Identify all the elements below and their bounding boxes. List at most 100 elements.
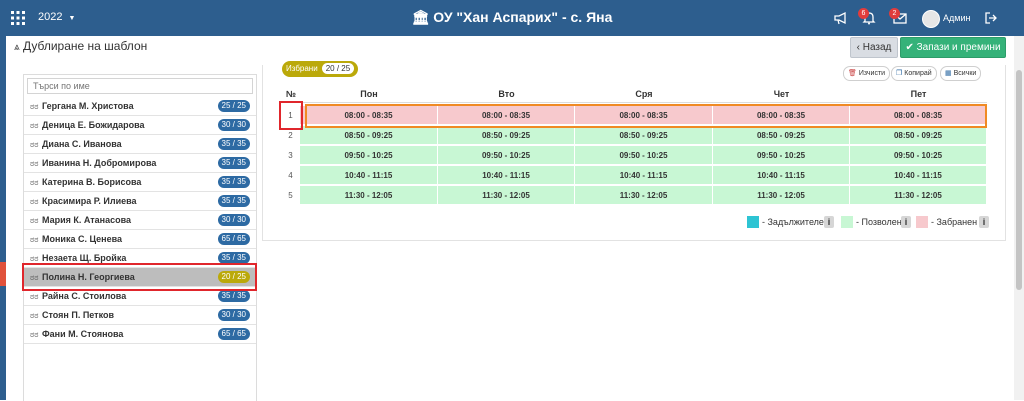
teacher-glasses-icon: ಠಠ [30, 102, 39, 111]
schedule-slot-cell[interactable]: 09:50 - 10:25 [850, 146, 987, 165]
user-avatar[interactable] [922, 10, 940, 28]
teacher-name: Фани М. Стоянова [42, 329, 124, 339]
info-icon[interactable]: i [979, 216, 989, 228]
schedule-slot-cell[interactable]: 11:30 - 12:05 [575, 186, 713, 205]
teacher-list-item[interactable]: ಠಠ Моника С. Ценева 65 / 65 [24, 230, 256, 249]
teacher-list-item[interactable]: ಠಠ Фани М. Стоянова 65 / 65 [24, 325, 256, 344]
teacher-list-item[interactable]: ಠಠ Мария К. Атанасова 30 / 30 [24, 211, 256, 230]
schedule-slot-cell[interactable]: 08:50 - 09:25 [713, 126, 850, 145]
teacher-search-input[interactable] [27, 78, 253, 94]
day-column-header: Вто [438, 86, 575, 103]
teacher-list-panel: ಠಠГергана М. Христова25 / 25ಠಠДеница Е. … [23, 74, 257, 401]
teacher-hours-badge: 65 / 65 [217, 328, 250, 340]
page-scrollbar[interactable] [1014, 36, 1024, 400]
schedule-slot-cell[interactable]: 08:50 - 09:25 [575, 126, 713, 145]
save-and-continue-button[interactable]: ✔ Запази и премини [900, 37, 1006, 58]
teacher-glasses-icon: ಠಠ [30, 140, 39, 149]
info-icon[interactable]: i [901, 216, 911, 228]
legend-allowed-label: - Позволен [856, 217, 902, 227]
schedule-slot-cell[interactable]: 09:50 - 10:25 [300, 146, 438, 165]
back-button-label: Назад [862, 42, 892, 53]
teacher-hours-badge: 35 / 35 [217, 176, 250, 188]
teacher-hours-badge: 65 / 65 [217, 233, 250, 245]
teacher-name: Диана С. Иванова [42, 139, 122, 149]
period-number: 5 [288, 191, 293, 200]
teacher-list-item[interactable]: ಠಠ Катерина В. Борисова 35 / 35 [24, 173, 256, 192]
teacher-hours-badge: 35 / 35 [217, 290, 250, 302]
schedule-slot-cell[interactable]: 09:50 - 10:25 [713, 146, 850, 165]
page-title: ⩓ Дублиране на шаблон [14, 39, 147, 53]
teacher-name: Незаета Щ. Бройка [42, 253, 127, 263]
schedule-slot-cell[interactable]: 08:50 - 09:25 [850, 126, 987, 145]
teacher-glasses-icon: ಠಠ [30, 121, 39, 130]
teacher-list-item[interactable]: ಠಠ Деница Е. Божидарова 30 / 30 [24, 116, 256, 135]
legend-allowed-swatch [841, 216, 853, 228]
chevron-left-icon: ‹ [856, 42, 860, 53]
teacher-name: Моника С. Ценева [42, 234, 123, 244]
schedule-slot-cell[interactable]: 10:40 - 11:15 [713, 166, 850, 185]
megaphone-icon[interactable] [834, 11, 848, 25]
scrollbar-thumb[interactable] [1016, 70, 1022, 290]
info-icon[interactable]: i [824, 216, 834, 228]
teacher-glasses-icon: ಠಠ [30, 235, 39, 244]
schedule-slot-cell[interactable]: 11:30 - 12:05 [438, 186, 575, 205]
teacher-hours-badge: 35 / 35 [217, 195, 250, 207]
schedule-slot-cell[interactable]: 11:30 - 12:05 [850, 186, 987, 205]
highlighted-period-row [305, 104, 987, 128]
schedule-slot-cell[interactable]: 10:40 - 11:15 [438, 166, 575, 185]
trash-icon: 🗑 [848, 70, 857, 77]
teacher-name: Райна С. Стоилова [42, 291, 127, 301]
teacher-hours-badge: 30 / 30 [217, 119, 250, 131]
teacher-hours-badge: 30 / 30 [217, 309, 250, 321]
teacher-name: Красимира Р. Илиева [42, 196, 137, 206]
top-bar: 2022 ▼ 🏛 ОУ "Хан Аспарих" - с. Яна 6 2 А… [0, 0, 1024, 36]
teacher-list-item[interactable]: ಠಠ Гергана М. Христова 25 / 25 [24, 97, 256, 116]
schedule-slot-cell[interactable]: 11:30 - 12:05 [713, 186, 850, 205]
teacher-glasses-icon: ಠಠ [30, 178, 39, 187]
teacher-hours-badge: 25 / 25 [217, 100, 250, 112]
copy-icon: ❐ [896, 70, 903, 77]
school-name: ОУ "Хан Аспарих" - с. Яна [433, 9, 613, 25]
calendar-icon: ▦ [945, 70, 952, 77]
copy-button-label: Копирай [904, 70, 932, 77]
teacher-name: Деница Е. Божидарова [42, 120, 145, 130]
day-column-header: Сря [575, 86, 713, 103]
side-nav-strip [0, 36, 6, 400]
select-all-button[interactable]: ▦ Всички [940, 66, 982, 81]
page-title-text: Дублиране на шаблон [22, 39, 148, 53]
copy-button[interactable]: ❐ Копирай [891, 66, 937, 81]
teacher-name: Иванина Н. Добромирова [42, 158, 157, 168]
schedule-slot-cell[interactable]: 10:40 - 11:15 [575, 166, 713, 185]
schedule-slot-cell[interactable]: 10:40 - 11:15 [850, 166, 987, 185]
teacher-name: Гергана М. Христова [42, 101, 134, 111]
selected-count: 20 / 25 [321, 63, 355, 74]
teacher-name: Стоян П. Петков [42, 310, 115, 320]
schedule-slot-cell[interactable]: 08:50 - 09:25 [300, 126, 438, 145]
teacher-glasses-icon: ಠಠ [30, 197, 39, 206]
schedule-slot-cell[interactable]: 09:50 - 10:25 [575, 146, 713, 165]
teacher-glasses-icon: ಠಠ [30, 311, 39, 320]
user-name[interactable]: Админ [943, 13, 970, 23]
clear-button[interactable]: 🗑 Изчисти [843, 66, 891, 81]
schedule-slot-cell[interactable]: 09:50 - 10:25 [438, 146, 575, 165]
highlighted-period-number [279, 101, 303, 130]
schedule-slot-cell[interactable]: 08:50 - 09:25 [438, 126, 575, 145]
logout-icon[interactable] [984, 11, 998, 25]
teacher-list-item[interactable]: ಠಠ Иванина Н. Добромирова 35 / 35 [24, 154, 256, 173]
clear-button-label: Изчисти [858, 70, 886, 77]
teacher-list-item[interactable]: ಠಠ Диана С. Иванова 35 / 35 [24, 135, 256, 154]
legend-required-label: - Задължителен [762, 217, 829, 227]
notification-count-badge: 6 [858, 8, 869, 19]
duplicate-icon: ⩓ [14, 42, 20, 53]
schedule-slot-cell[interactable]: 10:40 - 11:15 [300, 166, 438, 185]
schedule-slot-cell[interactable]: 11:30 - 12:05 [300, 186, 438, 205]
back-button[interactable]: ‹ Назад [850, 37, 898, 58]
teacher-list-item[interactable]: ಠಠ Стоян П. Петков 30 / 30 [24, 306, 256, 325]
selected-hours-badge: Избрани 20 / 25 [282, 61, 359, 77]
day-column-header: Пет [850, 86, 987, 103]
teacher-list-item[interactable]: ಠಠ Красимира Р. Илиева 35 / 35 [24, 192, 256, 211]
teacher-name: Мария К. Атанасова [42, 215, 132, 225]
teacher-hours-badge: 30 / 30 [217, 214, 250, 226]
period-number: 3 [288, 151, 293, 160]
side-nav-active-marker [0, 262, 6, 286]
